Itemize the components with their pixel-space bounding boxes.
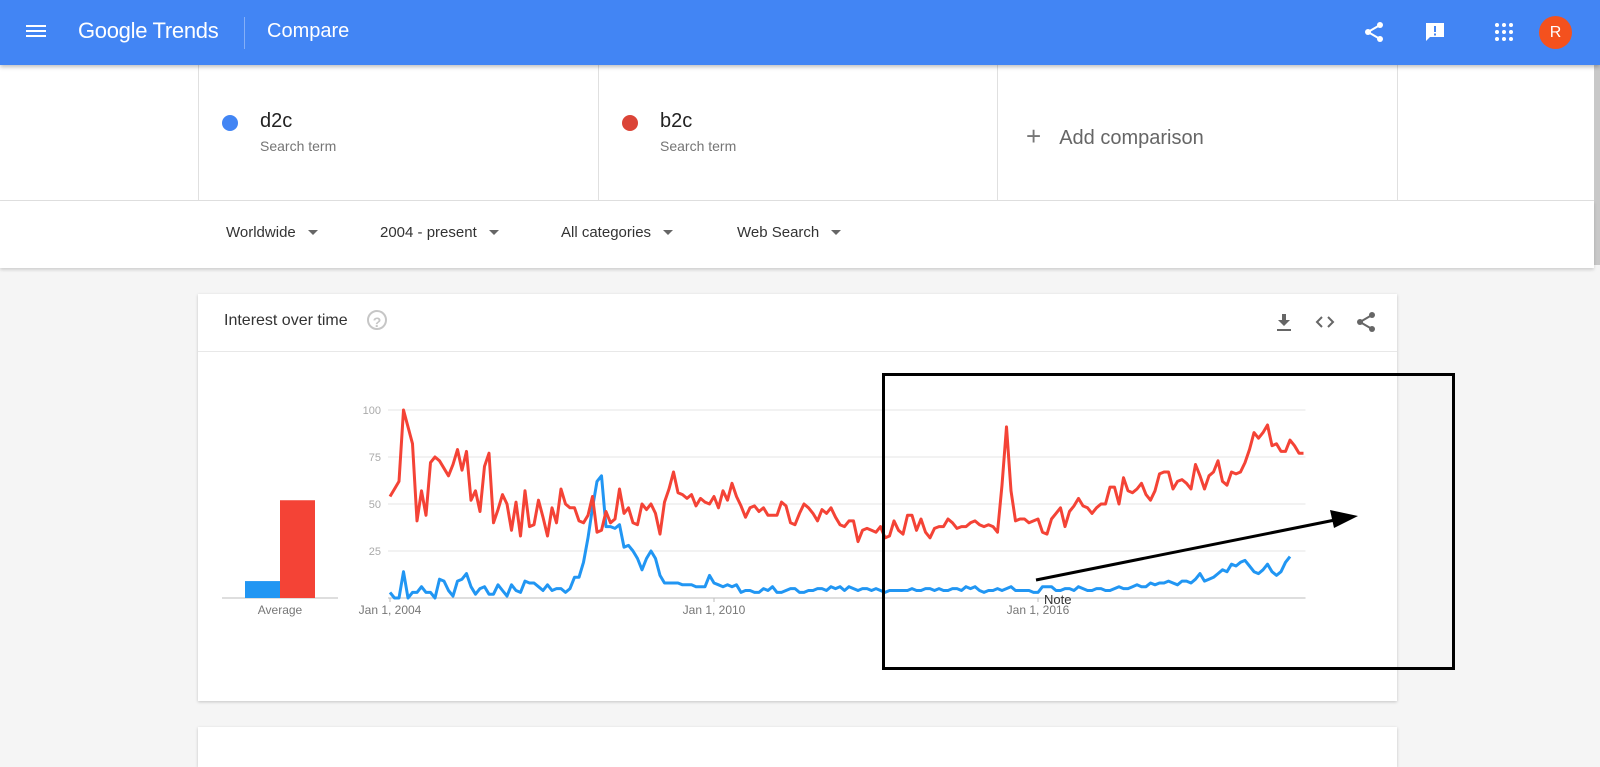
plus-icon: + <box>1026 121 1042 151</box>
add-comparison-button[interactable]: + Add comparison <box>997 65 1397 200</box>
term-name[interactable]: b2c <box>660 110 692 133</box>
filter-region[interactable]: Worldwide <box>226 224 318 241</box>
average-bar-b2c <box>280 500 315 598</box>
filters-bar: Worldwide 2004 - present All categories … <box>0 201 1594 268</box>
average-bar-d2c <box>245 581 280 598</box>
empty-slot <box>1397 65 1595 200</box>
x-tick-label: Jan 1, 2010 <box>683 603 746 617</box>
filter-label: All categories <box>561 224 652 241</box>
app-logo[interactable]: Google Trends <box>78 18 219 44</box>
average-label: Average <box>258 603 303 617</box>
x-tick-label: Jan 1, 2016 <box>1007 603 1070 617</box>
search-terms-bar: d2c Search term b2c Search term + Add com… <box>0 65 1594 201</box>
y-tick-label: 50 <box>369 499 381 511</box>
filter-label: 2004 - present <box>380 224 477 241</box>
add-comparison-label: Add comparison <box>1059 127 1204 149</box>
feedback-icon[interactable] <box>1423 20 1447 44</box>
divider <box>244 17 245 49</box>
filter-category[interactable]: All categories <box>561 224 674 241</box>
chevron-down-icon <box>307 230 318 235</box>
next-card <box>198 727 1397 767</box>
search-term-b2c[interactable]: b2c Search term <box>598 65 998 200</box>
avatar[interactable]: R <box>1539 16 1572 49</box>
term-name[interactable]: d2c <box>260 110 292 133</box>
top-app-bar: Google Trends Compare R <box>0 0 1600 65</box>
y-tick-label: 100 <box>363 405 381 417</box>
term-color-dot <box>622 115 638 131</box>
add-comparison[interactable]: + Add comparison <box>1026 120 1204 151</box>
series-line-b2c <box>388 408 1304 544</box>
chevron-down-icon <box>831 230 842 235</box>
apps-icon[interactable] <box>1492 20 1516 44</box>
term-subtitle: Search term <box>660 138 737 154</box>
filter-label: Worldwide <box>226 224 296 241</box>
menu-icon[interactable] <box>26 22 46 42</box>
filter-search-type[interactable]: Web Search <box>737 224 842 241</box>
chevron-down-icon <box>663 230 674 235</box>
y-tick-label: 25 <box>369 546 381 558</box>
chevron-down-icon <box>488 230 499 235</box>
filter-time-range[interactable]: 2004 - present <box>380 224 499 241</box>
share-icon[interactable] <box>1362 20 1386 44</box>
interest-over-time-card: Interest over time ? Average 25 50 75 100 Jan… <box>198 294 1397 701</box>
filter-label: Web Search <box>737 224 820 241</box>
x-tick-label: Jan 1, 2004 <box>359 603 422 617</box>
page-title: Compare <box>267 20 350 42</box>
term-subtitle: Search term <box>260 138 337 154</box>
interest-chart: Average 25 50 75 100 Jan 1, 2004 Jan 1, 2010 Ja… <box>222 405 1306 617</box>
term-color-dot <box>222 115 238 131</box>
search-term-d2c[interactable]: d2c Search term <box>198 65 598 200</box>
y-tick-label: 75 <box>369 452 381 464</box>
